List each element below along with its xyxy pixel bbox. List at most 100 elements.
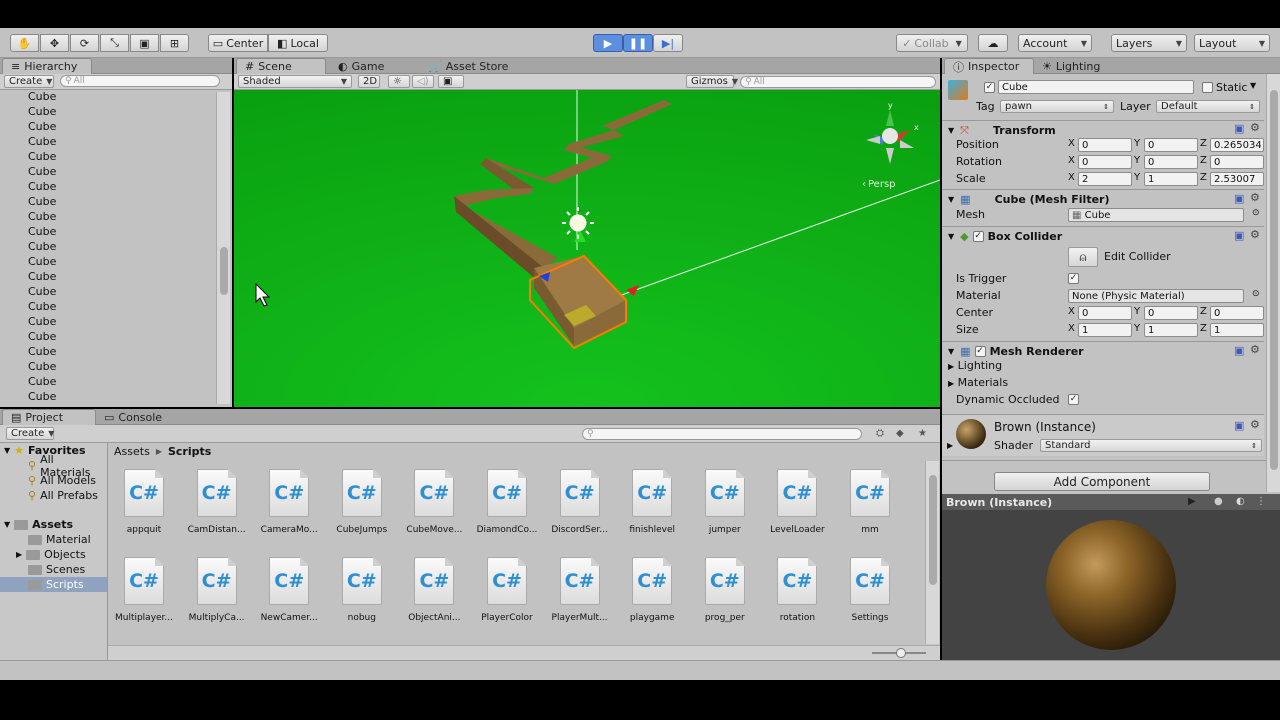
- folder-item[interactable]: Scenes: [28, 562, 85, 577]
- hierarchy-item[interactable]: Cube: [28, 165, 56, 180]
- script-asset[interactable]: C# Settings: [840, 557, 900, 623]
- hierarchy-item[interactable]: Cube: [28, 390, 56, 403]
- layer-dropdown[interactable]: Default ⇕: [1156, 100, 1260, 113]
- folder-item-selected[interactable]: Scripts: [0, 577, 107, 592]
- audio-toggle-icon[interactable]: ◁): [412, 75, 434, 88]
- tag-dropdown[interactable]: pawn ⇕: [1000, 100, 1114, 113]
- hierarchy-item[interactable]: Cube: [28, 150, 56, 165]
- tab-console[interactable]: ▭ Console: [96, 409, 170, 425]
- hierarchy-item[interactable]: Cube: [28, 330, 56, 345]
- favorite-item[interactable]: ⚲ All Materials: [28, 453, 107, 479]
- gear-icon[interactable]: ⚙: [1250, 191, 1260, 204]
- move-tool-icon[interactable]: ✥: [40, 34, 69, 52]
- lighting-foldout[interactable]: ▶ Lighting: [948, 359, 1002, 372]
- scale-tool-icon[interactable]: ⤡: [100, 34, 129, 52]
- transform-header[interactable]: ▼ ⤧ Transform: [942, 120, 1264, 140]
- inspector-scrollbar[interactable]: [1266, 74, 1280, 492]
- position-z-field[interactable]: 0.265034: [1210, 138, 1264, 152]
- rotation-z-field[interactable]: 0: [1210, 155, 1264, 169]
- is-trigger-checkbox[interactable]: ✓: [1068, 273, 1079, 284]
- script-asset[interactable]: C# PlayerMult...: [550, 557, 610, 623]
- script-asset[interactable]: C# CameraMo...: [259, 469, 319, 535]
- script-asset[interactable]: C# playgame: [622, 557, 682, 623]
- mesh-renderer-checkbox[interactable]: ✓: [974, 346, 986, 357]
- script-asset[interactable]: C# ObjectAni...: [404, 557, 464, 623]
- account-dropdown[interactable]: Account ▼: [1018, 34, 1092, 52]
- box-collider-checkbox[interactable]: ✓: [972, 231, 984, 242]
- gear-icon[interactable]: ⚙: [1250, 418, 1260, 431]
- hierarchy-item[interactable]: Cube: [28, 105, 56, 120]
- hierarchy-item[interactable]: Cube: [28, 285, 56, 300]
- rect-tool-icon[interactable]: ▣: [130, 34, 159, 52]
- script-asset[interactable]: C# nobug: [332, 557, 392, 623]
- object-name-field[interactable]: Cube: [998, 80, 1194, 94]
- cloud-button[interactable]: ☁: [978, 34, 1008, 52]
- collider-center-x-field[interactable]: 0: [1078, 306, 1132, 320]
- breadcrumb-scripts[interactable]: Scripts: [168, 445, 211, 458]
- collider-size-x-field[interactable]: 1: [1078, 323, 1132, 337]
- edit-collider-button[interactable]: ⍝: [1068, 247, 1098, 267]
- gizmos-dropdown[interactable]: Gizmos ▼: [686, 75, 738, 88]
- script-asset[interactable]: C# rotation: [767, 557, 827, 623]
- gear-icon[interactable]: ⚙: [1250, 121, 1260, 134]
- collider-center-z-field[interactable]: 0: [1210, 306, 1264, 320]
- static-checkbox[interactable]: [1202, 82, 1213, 93]
- hierarchy-create-dropdown[interactable]: Create ▼: [4, 75, 54, 88]
- hand-tool-icon[interactable]: ✋: [10, 34, 39, 52]
- collider-size-z-field[interactable]: 1: [1210, 323, 1264, 337]
- filter-type-icon[interactable]: ⛭: [876, 428, 884, 439]
- script-asset[interactable]: C# prog_per: [695, 557, 755, 623]
- hierarchy-item[interactable]: Cube: [28, 255, 56, 270]
- shader-dropdown[interactable]: Standard ⇕: [1040, 439, 1262, 452]
- active-checkbox[interactable]: ✓: [984, 82, 995, 93]
- scene-viewport[interactable]: y x Persp ‹: [234, 90, 940, 407]
- preview-menu-icon[interactable]: ⋮: [1256, 496, 1266, 507]
- script-asset[interactable]: C# NewCamer...: [259, 557, 319, 623]
- hierarchy-item[interactable]: Cube: [28, 180, 56, 195]
- tab-lighting[interactable]: ☀ Lighting: [1034, 58, 1108, 74]
- hierarchy-item[interactable]: Cube: [28, 225, 56, 240]
- script-asset[interactable]: C# finishlevel: [622, 469, 682, 535]
- tab-hierarchy[interactable]: ≡ Hierarchy: [2, 58, 92, 74]
- layers-dropdown[interactable]: Layers ▼: [1111, 34, 1187, 52]
- effects-dropdown-icon[interactable]: ▣: [438, 75, 464, 88]
- pause-button[interactable]: ❚❚: [623, 34, 653, 52]
- assets-node[interactable]: ▼ Assets: [4, 517, 73, 532]
- position-y-field[interactable]: 0: [1144, 138, 1198, 152]
- help-icon[interactable]: ▣: [1234, 229, 1244, 242]
- script-asset[interactable]: C# LevelLoader: [767, 469, 827, 535]
- preview-light-icon[interactable]: ◐: [1236, 496, 1245, 507]
- project-create-dropdown[interactable]: Create ▼: [6, 427, 54, 440]
- object-picker-icon[interactable]: ⊙: [1252, 208, 1260, 218]
- rotation-x-field[interactable]: 0: [1078, 155, 1132, 169]
- collider-size-y-field[interactable]: 1: [1144, 323, 1198, 337]
- play-button[interactable]: ▶: [593, 34, 623, 52]
- script-asset[interactable]: C# DiscordSer...: [550, 469, 610, 535]
- static-dropdown-icon[interactable]: ▼: [1250, 81, 1256, 90]
- script-asset[interactable]: C# DiamondCo...: [477, 469, 537, 535]
- hierarchy-item[interactable]: Cube: [28, 345, 56, 360]
- gear-icon[interactable]: ⚙: [1250, 228, 1260, 241]
- scale-y-field[interactable]: 1: [1144, 172, 1198, 186]
- pivot-center-button[interactable]: ▭ Center: [208, 34, 268, 52]
- mesh-renderer-header[interactable]: ▼ ▦ ✓ Mesh Renderer: [942, 341, 1264, 361]
- help-icon[interactable]: ▣: [1234, 419, 1244, 432]
- script-asset[interactable]: C# PlayerColor: [477, 557, 537, 623]
- pivot-local-button[interactable]: ◧ Local: [268, 34, 328, 52]
- hierarchy-item[interactable]: Cube: [28, 375, 56, 390]
- collab-dropdown[interactable]: ✓ Collab ▼: [896, 34, 968, 52]
- tab-inspector[interactable]: ⓘ Inspector: [944, 58, 1034, 74]
- shading-mode-dropdown[interactable]: Shaded ▼: [238, 75, 352, 88]
- project-scroll-thumb[interactable]: [929, 475, 937, 585]
- step-button[interactable]: ▶|: [653, 34, 683, 52]
- help-icon[interactable]: ▣: [1234, 122, 1244, 135]
- script-asset[interactable]: C# CubeMove...: [404, 469, 464, 535]
- folder-item[interactable]: ▶ Objects: [16, 547, 86, 562]
- hierarchy-item[interactable]: Cube: [28, 270, 56, 285]
- rotate-tool-icon[interactable]: ⟳: [70, 34, 99, 52]
- hierarchy-scrollbar[interactable]: [216, 92, 230, 404]
- script-asset[interactable]: C# CubeJumps: [332, 469, 392, 535]
- help-icon[interactable]: ▣: [1234, 192, 1244, 205]
- persp-label[interactable]: Persp: [868, 179, 896, 190]
- hierarchy-item[interactable]: Cube: [28, 195, 56, 210]
